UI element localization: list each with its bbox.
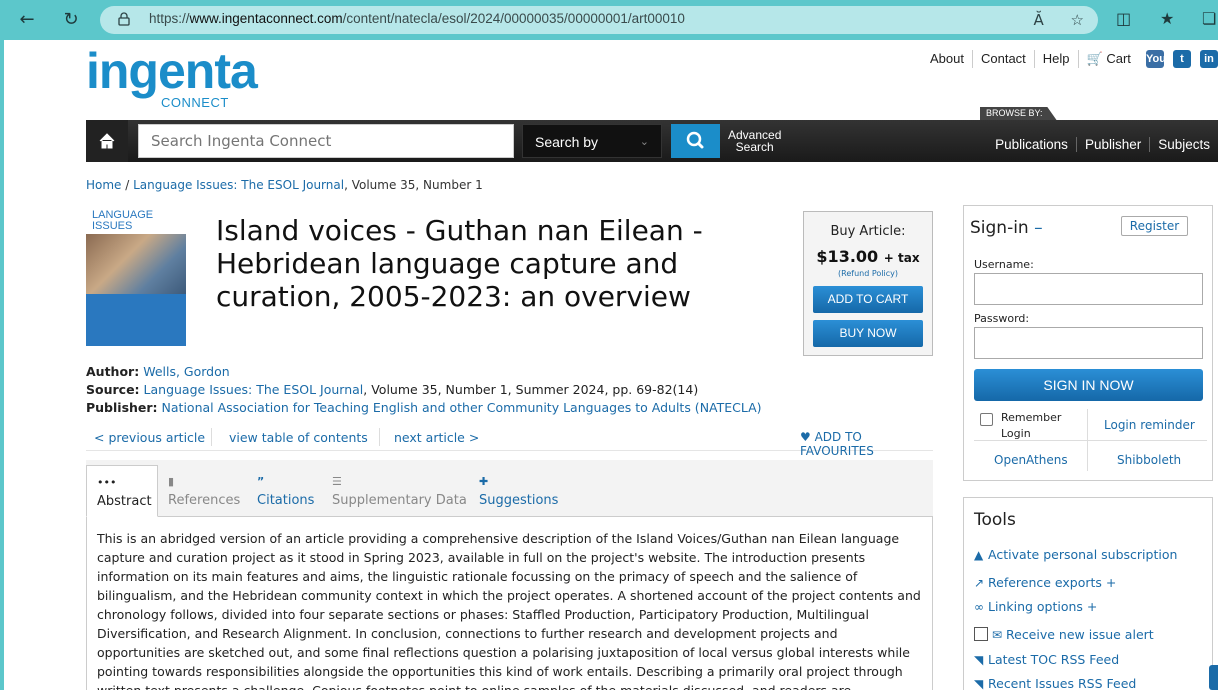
article-meta: Author: Wells, Gordon Source: Language I… [86,364,762,415]
breadcrumb-home[interactable]: Home [86,178,121,192]
heart-icon: ♥ [800,430,811,444]
reference-exports-link[interactable]: ↗ Reference exports + [974,575,1116,590]
split-screen-icon[interactable]: ◫ [1116,9,1131,28]
cart-icon: 🛒 [1086,51,1103,66]
article-navigation: < previous article view table of content… [86,426,933,458]
browse-links: Publications Publisher Subjects [987,120,1218,162]
link-icon: ∞ [974,600,984,614]
password-field[interactable] [974,327,1203,359]
username-field[interactable] [974,273,1203,305]
latest-toc-rss-link[interactable]: ◥ Latest TOC RSS Feed [974,652,1119,667]
browse-publications[interactable]: Publications [987,137,1076,152]
publisher-link[interactable]: National Association for Teaching Englis… [162,400,762,415]
list-icon: ☰ [332,475,342,488]
tab-supplementary-data[interactable]: ☰ Supplementary Data [332,465,468,517]
web-page: ingenta CONNECT About Contact Help 🛒 Car… [4,40,1218,690]
breadcrumb-journal[interactable]: Language Issues: The ESOL Journal [133,178,344,192]
abstract-text: This is an abridged version of an articl… [86,517,933,690]
favorites-icon[interactable]: ★ [1160,9,1174,28]
ingenta-logo[interactable]: ingenta CONNECT [86,46,258,110]
browse-publisher[interactable]: Publisher [1075,137,1149,152]
search-input[interactable] [138,124,514,158]
back-icon[interactable]: ← [14,7,40,33]
collapse-icon[interactable]: – [1034,218,1043,238]
rss-icon: ◥ [974,653,984,667]
lock-icon [118,12,130,26]
rss-icon: ◥ [974,677,984,690]
shibboleth-link[interactable]: Shibboleth [1117,453,1181,467]
tab-suggestions[interactable]: ✚ Suggestions [479,465,563,517]
remember-login-checkbox[interactable] [980,413,993,426]
browser-toolbar: ← ↻ https://www.ingentaconnect.com/conte… [0,0,1218,40]
tab-citations[interactable]: ” Citations [257,465,323,517]
login-reminder-link[interactable]: Login reminder [1104,418,1195,432]
linkedin-icon[interactable]: in [1200,50,1218,68]
buy-now-button[interactable]: BUY NOW [813,320,923,347]
sign-in-button[interactable]: SIGN IN NOW [974,369,1203,401]
envelope-icon: ✉ [992,628,1003,642]
favorite-star-icon[interactable]: ☆ [1071,11,1084,29]
collections-icon[interactable]: ❏ [1202,9,1216,28]
contact-link[interactable]: Contact [973,50,1035,68]
tab-abstract[interactable]: ••• Abstract [86,465,158,517]
tools-panel: Tools ▲ Activate personal subscription ↗ R… [963,497,1213,690]
search-by-dropdown[interactable]: Search by ⌄ [522,124,662,158]
receive-alert-link[interactable]: ✉ Receive new issue alert [974,627,1154,642]
refresh-icon[interactable]: ↻ [58,7,84,33]
cart-link[interactable]: 🛒 Cart [1079,50,1139,68]
home-button[interactable] [86,120,128,162]
journal-cover: LANGUAGE ISSUES [86,208,186,346]
plus-square-icon: ✚ [479,475,489,488]
article-title: Island voices - Guthan nan Eilean - Hebr… [216,214,703,313]
address-bar[interactable]: https://www.ingentaconnect.com/content/n… [100,6,1098,34]
breadcrumb: Home / Language Issues: The ESOL Journal… [86,178,483,192]
author-link[interactable]: Wells, Gordon [143,364,229,379]
article-price: $13.00 + tax [816,247,920,266]
buy-article-box: Buy Article: $13.00 + tax (Refund Policy… [803,211,933,356]
search-bar: Search by ⌄ Advanced Search Publications… [86,120,1218,162]
openathens-link[interactable]: OpenAthens [994,453,1068,467]
search-button[interactable] [671,124,720,158]
signin-panel: Sign-in – Register Username: Password: S… [963,205,1213,481]
read-aloud-icon[interactable]: Ă [1034,11,1044,29]
home-icon [99,133,115,149]
source-journal-link[interactable]: Language Issues: The ESOL Journal [144,382,364,397]
export-icon: ↗ [974,576,985,590]
about-link[interactable]: About [922,50,973,68]
signin-title: Sign-in – [970,218,1043,238]
recent-issues-rss-link[interactable]: ◥ Recent Issues RSS Feed [974,676,1136,690]
tab-references[interactable]: ▮ References [168,465,248,517]
add-to-favourites-link[interactable]: ♥ ADD TO FAVOURITES [800,430,933,458]
quote-icon: ” [257,475,265,488]
help-link[interactable]: Help [1035,50,1079,68]
twitter-icon[interactable]: t [1173,50,1191,68]
next-article-link[interactable]: next article > [394,430,479,445]
activate-subscription-link[interactable]: ▲ Activate personal subscription [974,547,1177,562]
previous-article-link[interactable]: < previous article [94,430,205,445]
browse-subjects[interactable]: Subjects [1149,137,1218,152]
alert-checkbox[interactable] [974,627,988,641]
refund-policy-link[interactable]: (Refund Policy) [804,269,932,278]
chevron-down-icon: ⌄ [639,136,649,148]
table-of-contents-link[interactable]: view table of contents [229,430,368,445]
article-tabs: ••• Abstract ▮ References ” Citations ☰ … [86,460,933,690]
search-icon [686,131,704,149]
register-button[interactable]: Register [1121,216,1188,236]
user-icon: ▲ [974,548,984,562]
youtube-icon[interactable]: You [1146,50,1166,68]
advanced-search-link[interactable]: Advanced Search [728,129,781,153]
browse-by-label: BROWSE BY: [980,107,1057,120]
linking-options-link[interactable]: ∞ Linking options + [974,599,1097,614]
feedback-tab[interactable] [1209,665,1218,690]
bookmark-icon: ▮ [168,475,175,488]
add-to-cart-button[interactable]: ADD TO CART [813,286,923,313]
url-text: https://www.ingentaconnect.com/content/n… [149,11,685,26]
ellipsis-icon: ••• [97,476,117,489]
